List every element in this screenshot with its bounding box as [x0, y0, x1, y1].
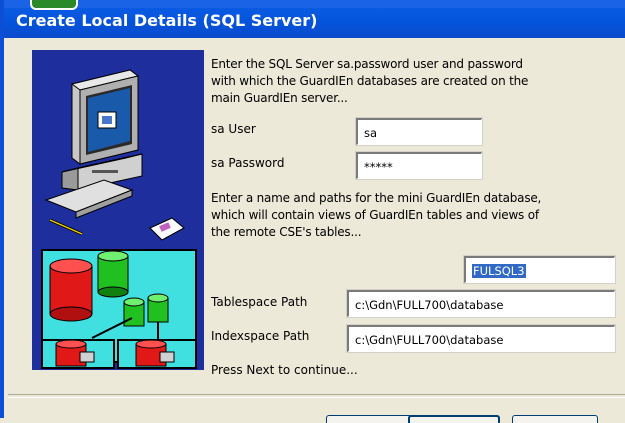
wizard-side-graphic	[32, 50, 204, 370]
sa-user-value: sa	[364, 126, 378, 140]
intro-text: Enter the SQL Server sa.password user an…	[211, 56, 611, 107]
button-area-divider	[8, 394, 625, 398]
sa-user-input[interactable]: sa	[355, 117, 483, 146]
next-button[interactable]	[408, 415, 500, 423]
tablespace-path-input[interactable]: c:\Gdn\FULL700\database	[346, 289, 616, 318]
back-button[interactable]	[326, 415, 412, 423]
sa-password-input[interactable]: *****	[355, 151, 483, 180]
cancel-button[interactable]	[512, 415, 598, 423]
computer-illustration	[41, 69, 197, 369]
indexspace-path-input[interactable]: c:\Gdn\FULL700\database	[346, 324, 616, 353]
tablespace-path-label: Tablespace Path	[211, 295, 308, 309]
continue-hint: Press Next to continue...	[211, 363, 358, 377]
sa-password-label: sa Password	[211, 156, 285, 170]
indexspace-path-label: Indexspace Path	[211, 329, 310, 343]
title-bar[interactable]: Create Local Details (SQL Server)	[4, 0, 625, 38]
mini-db-line-2: which will contain views of GuardIEn tab…	[211, 208, 539, 222]
desktop-icon-fragment	[30, 0, 78, 10]
intro-line-3: main GuardIEn server...	[211, 91, 348, 105]
mini-db-line-3: the remote CSE's tables...	[211, 225, 362, 239]
dialog-content: Enter the SQL Server sa.password user an…	[8, 38, 625, 423]
database-name-value: FULSQL3	[472, 264, 526, 278]
mini-db-line-1: Enter a name and paths for the mini Guar…	[211, 191, 542, 205]
indexspace-path-value: c:\Gdn\FULL700\database	[355, 333, 504, 347]
dialog-window: Create Local Details (SQL Server) Enter …	[0, 0, 625, 423]
database-name-input[interactable]: FULSQL3	[463, 255, 616, 284]
tablespace-path-value: c:\Gdn\FULL700\database	[355, 298, 504, 312]
sa-password-value: *****	[364, 160, 393, 174]
intro-line-1: Enter the SQL Server sa.password user an…	[211, 57, 523, 71]
window-title: Create Local Details (SQL Server)	[16, 11, 318, 30]
title-bar-top-edge	[4, 0, 625, 8]
sa-user-label: sa User	[211, 122, 256, 136]
intro-line-2: with which the GuardIEn databases are cr…	[211, 74, 529, 88]
mini-db-text: Enter a name and paths for the mini Guar…	[211, 190, 621, 241]
